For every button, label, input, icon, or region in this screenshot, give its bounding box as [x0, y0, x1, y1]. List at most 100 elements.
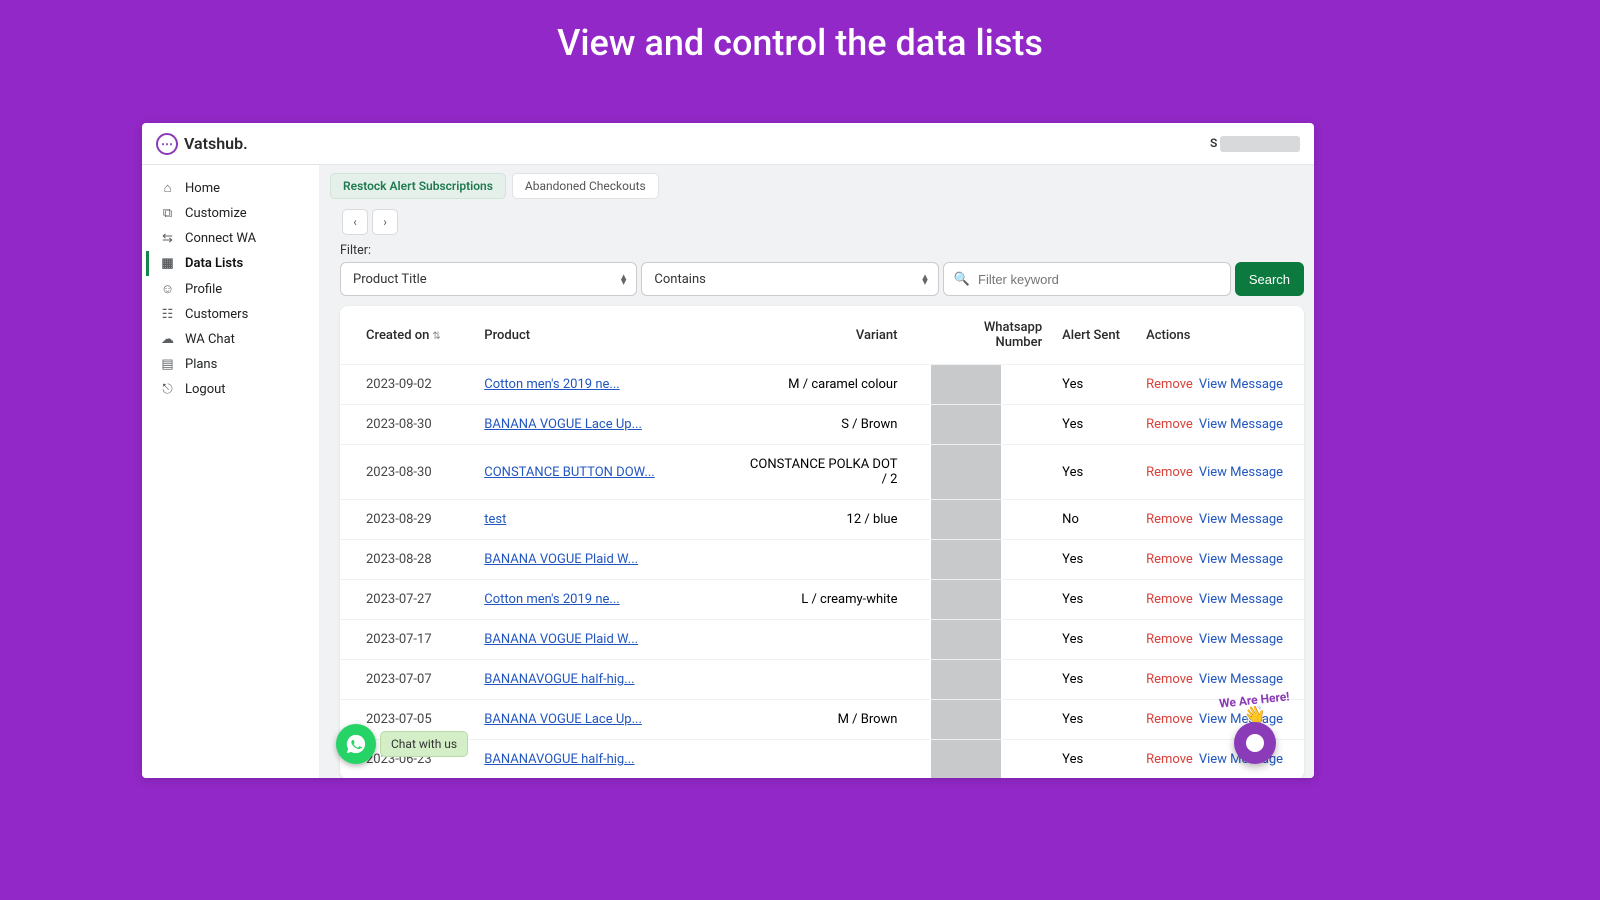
sidebar-item-customers[interactable]: ☷Customers: [146, 302, 315, 327]
view-message-action[interactable]: View Message: [1199, 552, 1283, 567]
remove-action[interactable]: Remove: [1146, 512, 1193, 527]
filter-field-select[interactable]: Product Title ▴▾: [340, 262, 637, 296]
sidebar-item-profile[interactable]: ☺Profile: [146, 276, 315, 302]
search-icon: 🔍: [954, 272, 970, 287]
filter-operator-select[interactable]: Contains ▴▾: [641, 262, 938, 296]
view-message-action[interactable]: View Message: [1199, 417, 1283, 432]
cell-created-on: 2023-07-27: [340, 580, 474, 620]
logout-icon: ⎋: [160, 382, 175, 397]
sidebar-item-label: Home: [185, 181, 220, 196]
cell-actions: Remove View Message: [1136, 620, 1304, 660]
redaction-mask: [931, 580, 1001, 619]
filter-operator-value: Contains: [654, 272, 705, 287]
main-panel: Restock Alert Subscriptions Abandoned Ch…: [320, 165, 1314, 778]
view-message-action[interactable]: View Message: [1199, 512, 1283, 527]
user-badge[interactable]: [1220, 136, 1300, 152]
product-link[interactable]: BANANA VOGUE Lace Up...: [484, 417, 642, 432]
cell-created-on: 2023-08-30: [340, 445, 474, 500]
product-link[interactable]: BANANA VOGUE Plaid W...: [484, 632, 638, 647]
view-message-action[interactable]: View Message: [1199, 632, 1283, 647]
table-row: 2023-07-17BANANA VOGUE Plaid W...YesRemo…: [340, 620, 1304, 660]
cell-alert-sent: Yes: [1052, 405, 1136, 445]
th-variant[interactable]: Variant: [736, 306, 928, 365]
app-header: ⋯ Vatshub.: [142, 123, 1314, 165]
remove-action[interactable]: Remove: [1146, 672, 1193, 687]
chevron-updown-icon: ▴▾: [621, 274, 627, 285]
users-icon: ☷: [160, 307, 175, 322]
cell-whatsapp-number: [927, 580, 1052, 620]
remove-action[interactable]: Remove: [1146, 592, 1193, 607]
page-banner-title: View and control the data lists: [0, 0, 1600, 64]
th-product[interactable]: Product: [474, 306, 735, 365]
redaction-mask: [931, 540, 1001, 579]
th-whatsapp-number[interactable]: Whatsapp Number: [927, 306, 1052, 365]
cell-alert-sent: Yes: [1052, 660, 1136, 700]
product-link[interactable]: CONSTANCE BUTTON DOW...: [484, 465, 654, 480]
product-link[interactable]: test: [484, 512, 506, 527]
cell-product: BANANA VOGUE Lace Up...: [474, 700, 735, 740]
view-message-action[interactable]: View Message: [1199, 592, 1283, 607]
home-icon: ⌂: [160, 180, 175, 196]
tab-abandoned-checkouts[interactable]: Abandoned Checkouts: [512, 173, 659, 199]
data-table-card: Created on⇅ Product Variant Whatsapp Num…: [340, 306, 1304, 778]
remove-action[interactable]: Remove: [1146, 632, 1193, 647]
product-link[interactable]: BANANAVOGUE half-hig...: [484, 672, 634, 687]
cell-whatsapp-number: [927, 740, 1052, 779]
redaction-mask: [931, 660, 1001, 699]
remove-action[interactable]: Remove: [1146, 712, 1193, 727]
sidebar-item-plans[interactable]: ▤Plans: [146, 352, 315, 377]
pager-next-button[interactable]: ›: [372, 209, 398, 235]
cell-alert-sent: Yes: [1052, 445, 1136, 500]
sidebar-item-connect-wa[interactable]: ⇆Connect WA: [146, 226, 315, 251]
product-link[interactable]: BANANAVOGUE half-hig...: [484, 752, 634, 767]
redaction-mask: [931, 365, 1001, 404]
redaction-mask: [931, 700, 1001, 739]
pager-prev-button[interactable]: ‹: [342, 209, 368, 235]
cell-variant: [736, 540, 928, 580]
filter-keyword-input[interactable]: [978, 272, 1220, 287]
brand-logo[interactable]: ⋯ Vatshub.: [156, 133, 248, 155]
th-alert-sent[interactable]: Alert Sent: [1052, 306, 1136, 365]
cell-created-on: 2023-07-17: [340, 620, 474, 660]
sidebar-item-logout[interactable]: ⎋Logout: [146, 377, 315, 402]
sidebar-item-label: Profile: [185, 282, 222, 297]
cell-variant: [736, 660, 928, 700]
remove-action[interactable]: Remove: [1146, 417, 1193, 432]
cell-variant: [736, 740, 928, 779]
tab-restock-alerts[interactable]: Restock Alert Subscriptions: [330, 173, 506, 199]
view-message-action[interactable]: View Message: [1199, 672, 1283, 687]
product-link[interactable]: Cotton men's 2019 ne...: [484, 592, 619, 607]
help-chat-widget[interactable]: We Are Here! 👋: [1219, 693, 1290, 764]
brand-name: Vatshub.: [184, 134, 248, 153]
sidebar-item-home[interactable]: ⌂ Home: [146, 175, 315, 201]
cell-variant: M / caramel colour: [736, 365, 928, 405]
view-message-action[interactable]: View Message: [1199, 377, 1283, 392]
cell-actions: Remove View Message: [1136, 445, 1304, 500]
sidebar-item-customize[interactable]: ⧉Customize: [146, 201, 315, 226]
cell-product: Cotton men's 2019 ne...: [474, 580, 735, 620]
product-link[interactable]: Cotton men's 2019 ne...: [484, 377, 619, 392]
cell-created-on: 2023-09-02: [340, 365, 474, 405]
remove-action[interactable]: Remove: [1146, 552, 1193, 567]
table-row: 2023-07-07BANANAVOGUE half-hig...YesRemo…: [340, 660, 1304, 700]
cell-variant: [736, 620, 928, 660]
search-button[interactable]: Search: [1235, 262, 1304, 296]
remove-action[interactable]: Remove: [1146, 377, 1193, 392]
cell-whatsapp-number: [927, 660, 1052, 700]
cell-product: Cotton men's 2019 ne...: [474, 365, 735, 405]
remove-action[interactable]: Remove: [1146, 465, 1193, 480]
cell-product: BANANAVOGUE half-hig...: [474, 660, 735, 700]
cell-variant: 12 / blue: [736, 500, 928, 540]
view-message-action[interactable]: View Message: [1199, 465, 1283, 480]
cell-actions: Remove View Message: [1136, 580, 1304, 620]
sidebar-item-data-lists[interactable]: ▦Data Lists: [146, 251, 315, 276]
th-created-on[interactable]: Created on⇅: [340, 306, 474, 365]
redaction-mask: [931, 740, 1001, 778]
product-link[interactable]: BANANA VOGUE Plaid W...: [484, 552, 638, 567]
sidebar-item-wa-chat[interactable]: ☁WA Chat: [146, 327, 315, 352]
remove-action[interactable]: Remove: [1146, 752, 1193, 767]
whatsapp-chat-widget[interactable]: Chat with us: [336, 724, 468, 764]
cell-actions: Remove View Message: [1136, 365, 1304, 405]
sort-icon: ⇅: [432, 331, 440, 342]
product-link[interactable]: BANANA VOGUE Lace Up...: [484, 712, 642, 727]
